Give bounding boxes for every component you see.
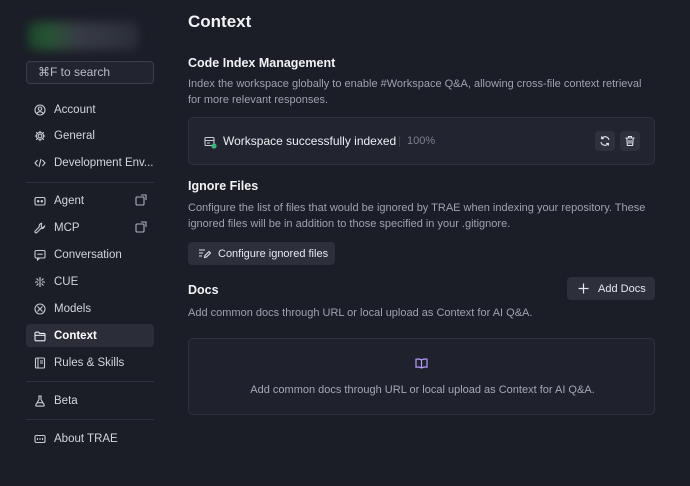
button-label: Add Docs	[598, 282, 646, 295]
about-icon	[34, 433, 46, 445]
sidebar-item-general[interactable]: General	[26, 124, 154, 147]
sidebar: ⌘F to search Account General Development…	[0, 0, 168, 486]
sidebar-item-label: Conversation	[54, 248, 122, 261]
sidebar-item-models[interactable]: Models	[26, 297, 154, 320]
edit-list-icon	[199, 249, 211, 259]
sidebar-item-label: About TRAE	[54, 432, 118, 445]
sidebar-divider	[26, 419, 154, 420]
sidebar-item-label: CUE	[54, 275, 79, 288]
trash-icon	[625, 135, 635, 147]
docs-description: Add common docs through URL or local upl…	[188, 307, 533, 319]
index-status-card: Workspace successfully indexed 100%	[188, 117, 655, 165]
sidebar-item-development-env[interactable]: Development Env...	[26, 151, 154, 174]
sidebar-item-label: Development Env...	[54, 156, 154, 169]
code-icon	[34, 157, 46, 169]
configure-ignored-files-button[interactable]: Configure ignored files	[188, 242, 335, 265]
sidebar-item-account[interactable]: Account	[26, 98, 154, 121]
sidebar-item-agent[interactable]: Agent	[26, 189, 154, 212]
external-link-icon	[135, 194, 147, 206]
database-indexed-icon	[204, 136, 217, 149]
book-icon	[34, 356, 46, 369]
sidebar-divider	[26, 381, 154, 382]
docs-empty-state: Add common docs through URL or local upl…	[188, 338, 655, 415]
ignore-files-title: Ignore Files	[188, 179, 259, 193]
code-index-title: Code Index Management	[188, 56, 336, 70]
external-link-icon	[135, 221, 147, 233]
search-input[interactable]: ⌘F to search	[26, 61, 154, 84]
open-book-icon	[415, 358, 428, 369]
flask-icon	[34, 394, 46, 407]
sidebar-item-label: Models	[54, 302, 92, 315]
gear-icon	[34, 130, 46, 142]
sidebar-item-cue[interactable]: CUE	[26, 270, 154, 293]
docs-title: Docs	[188, 283, 219, 297]
ignore-files-description: Configure the list of files that would b…	[188, 202, 646, 230]
agent-icon	[34, 195, 46, 207]
index-status-text: Workspace successfully indexed	[223, 134, 397, 148]
index-progress-text: 100%	[407, 135, 436, 147]
folder-icon	[34, 330, 46, 342]
chat-icon	[34, 249, 46, 261]
sidebar-item-mcp[interactable]: MCP	[26, 216, 154, 239]
status-separator	[399, 136, 400, 147]
sidebar-item-label: Beta	[54, 394, 78, 407]
sidebar-item-about-trae[interactable]: About TRAE	[26, 427, 154, 450]
add-docs-button[interactable]: Add Docs	[567, 277, 655, 300]
sidebar-item-beta[interactable]: Beta	[26, 389, 154, 412]
code-index-description: Index the workspace globally to enable #…	[188, 78, 642, 106]
sidebar-item-rules-skills[interactable]: Rules & Skills	[26, 351, 154, 374]
blurred-logo	[28, 22, 138, 50]
cue-icon	[34, 276, 46, 288]
models-icon	[34, 302, 46, 315]
sidebar-item-label: Agent	[54, 194, 85, 207]
sidebar-item-label: General	[54, 129, 95, 142]
sidebar-divider	[26, 182, 154, 183]
sidebar-item-label: Rules & Skills	[54, 356, 125, 369]
sidebar-item-context[interactable]: Context	[26, 324, 154, 347]
docs-empty-text: Add common docs through URL or local upl…	[250, 384, 595, 396]
reindex-button[interactable]	[595, 131, 615, 151]
button-label: Configure ignored files	[218, 247, 329, 260]
page-title: Context	[188, 12, 252, 31]
wrench-icon	[34, 222, 46, 234]
sidebar-item-label: Context	[54, 329, 97, 342]
sidebar-item-label: MCP	[54, 221, 80, 234]
sidebar-item-label: Account	[54, 103, 96, 116]
sidebar-item-conversation[interactable]: Conversation	[26, 243, 154, 266]
main-content: Context Code Index Management Index the …	[188, 0, 655, 486]
refresh-icon	[600, 136, 610, 146]
delete-index-button[interactable]	[620, 131, 640, 151]
plus-icon	[578, 283, 589, 294]
account-icon	[34, 103, 46, 116]
